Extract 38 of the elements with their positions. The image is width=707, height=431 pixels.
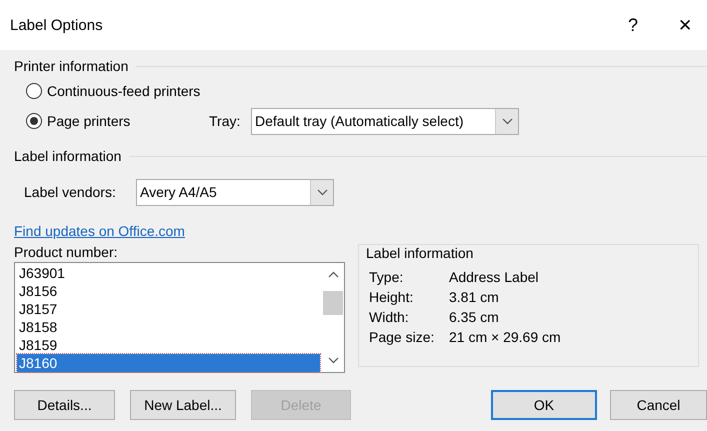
scroll-thumb[interactable] [323, 290, 343, 314]
panel-heading: Label information [364, 245, 476, 261]
product-list[interactable]: J63901 J8156 J8157 J8158 J8159 J8160 [14, 262, 345, 373]
office-link[interactable]: Find updates on Office.com [14, 223, 185, 239]
tray-dropdown[interactable]: Default tray (Automatically select) [251, 108, 519, 134]
list-item[interactable]: J8160 [17, 354, 320, 372]
list-item[interactable]: J8159 [17, 336, 320, 354]
dialog-button[interactable]: Cancel [610, 390, 707, 420]
tray-label: Tray: [209, 113, 242, 129]
section-heading: Printer information [14, 58, 128, 74]
radio-button[interactable]: Continuous-feed printers [26, 83, 209, 99]
info-value: 21 cm × 29.69 cm [449, 329, 562, 345]
info-value: 3.81 cm [449, 289, 500, 305]
chevron-down-icon [316, 188, 328, 196]
section-heading: Label information [14, 148, 122, 164]
list-item[interactable]: J63901 [17, 264, 320, 282]
vendors-dropdown[interactable]: Avery A4/A5 [136, 178, 334, 206]
radio-button[interactable]: Page printers [26, 113, 209, 129]
product-number-label: Product number: [14, 244, 118, 262]
info-label: Page size: [369, 329, 436, 345]
info-label: Type: [369, 269, 404, 285]
vendors-label: Label vendors: [24, 184, 117, 200]
dialog-button[interactable]: New Label... [130, 390, 236, 420]
info-value: 6.35 cm [449, 309, 500, 325]
dialog-button[interactable]: OK [491, 390, 597, 420]
scroll-up-icon[interactable] [328, 271, 338, 278]
list-item[interactable]: J8157 [17, 300, 320, 318]
help-button[interactable]: ? [621, 14, 645, 36]
chevron-down-icon [502, 118, 512, 124]
dialog-button[interactable]: Details... [14, 390, 115, 420]
window-title: Label Options [10, 16, 104, 34]
scroll-down-icon[interactable] [328, 357, 338, 364]
info-label: Width: [369, 309, 410, 325]
list-item[interactable]: J8158 [17, 318, 320, 336]
list-item[interactable]: J8156 [17, 282, 320, 300]
close-button[interactable]: ✕ [673, 14, 697, 36]
info-value: Address Label [449, 269, 540, 285]
info-label: Height: [369, 289, 414, 305]
